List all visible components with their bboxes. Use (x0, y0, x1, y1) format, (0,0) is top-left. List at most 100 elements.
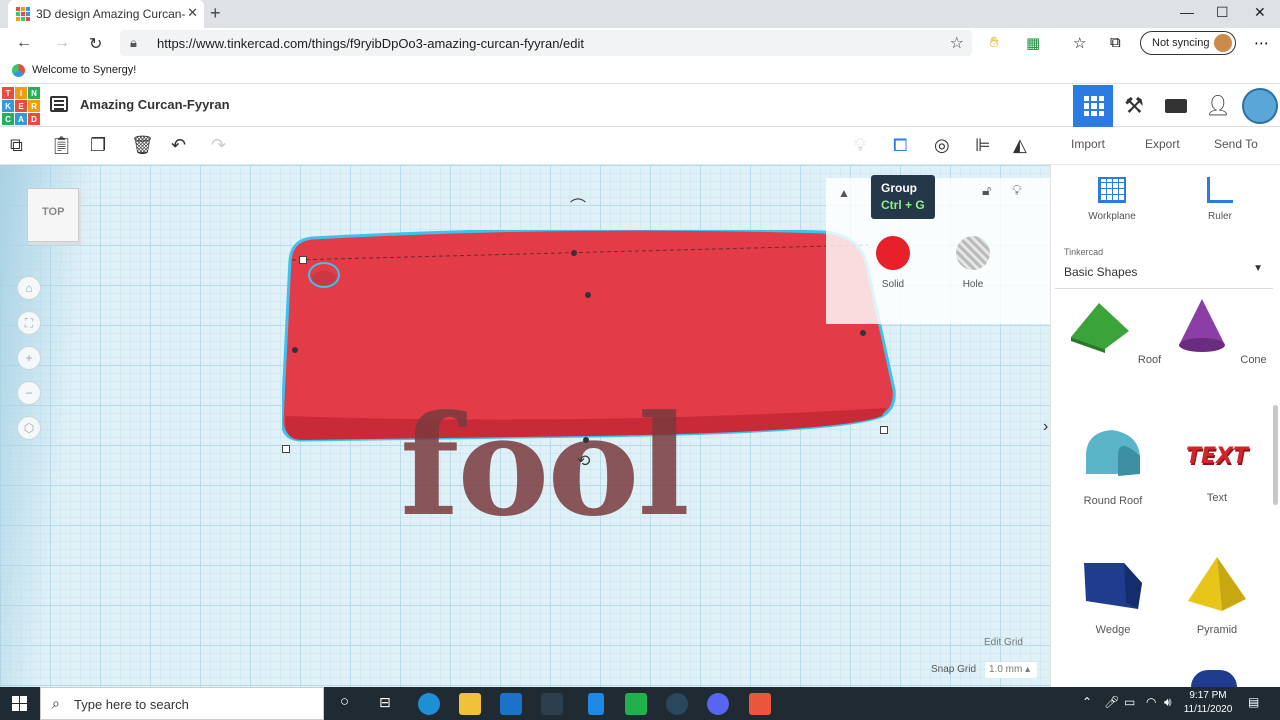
taskbar-clock[interactable]: 9:17 PM 11/11/2020 (1178, 689, 1238, 717)
undo-icon[interactable]: ↶ (171, 135, 186, 156)
paste-icon[interactable]: 📋︎ (50, 135, 73, 156)
notification-icon[interactable]: ▤ (1248, 695, 1259, 709)
library-name: Basic Shapes (1064, 265, 1138, 279)
design-name[interactable]: Amazing Curcan-Fyyran (80, 97, 230, 112)
tooltip-shortcut: Ctrl + G (881, 198, 925, 212)
redo-icon[interactable]: ↷ (211, 135, 226, 156)
send-to-button[interactable]: Send To (1214, 137, 1258, 151)
game-app-icon[interactable] (541, 693, 563, 715)
wifi-icon[interactable]: ◠ (1146, 695, 1156, 709)
duplicate-icon[interactable]: ❐ (90, 135, 106, 156)
maximize-button[interactable]: ☐ (1216, 4, 1229, 21)
delete-icon[interactable]: 🗑︎ (131, 135, 154, 156)
view-cube[interactable]: TOP (27, 188, 79, 242)
add-user-icon[interactable]: 👤︎ (1198, 85, 1238, 127)
ungroup-icon[interactable]: ◎ (934, 135, 950, 156)
taskbar-search[interactable]: ⌕ Type here to search (40, 687, 324, 720)
more-menu-icon[interactable]: ⋯ (1254, 34, 1269, 52)
bricks-icon[interactable] (1155, 85, 1195, 127)
edge-handle[interactable] (585, 292, 591, 298)
favorite-star-icon[interactable]: ☆ (950, 33, 964, 53)
shape-wedge[interactable]: Wedge (1061, 555, 1165, 636)
minimize-button[interactable]: — (1180, 4, 1194, 20)
phone-app-icon[interactable] (588, 693, 604, 715)
light-bulb-icon[interactable]: 💡︎ (854, 135, 867, 156)
discord-app-icon[interactable] (707, 693, 729, 715)
recorder-app-icon[interactable] (749, 693, 771, 715)
battery-icon[interactable]: ▭ (1124, 695, 1135, 709)
mail-app-icon[interactable] (500, 693, 522, 715)
shape-text[interactable]: TEXT Text (1165, 426, 1269, 505)
tinkercad-logo[interactable]: T I N K E R C A D (2, 87, 40, 125)
copy-icon[interactable]: ⧉ (10, 135, 23, 156)
shape-roof[interactable]: Roof (1061, 297, 1165, 366)
edge-handle[interactable] (583, 437, 589, 443)
edge-app-icon[interactable] (418, 693, 440, 715)
workplane-tool[interactable]: Workplane (1067, 173, 1157, 222)
extension-sheet-icon[interactable]: ▦ (1026, 34, 1040, 52)
favorite-link[interactable]: Welcome to Synergy! (32, 64, 136, 76)
resize-handle[interactable] (880, 426, 888, 434)
align-icon[interactable]: ⊫ (975, 135, 991, 156)
collapse-chevron-icon[interactable]: ▲ (838, 186, 850, 200)
snap-grid-select[interactable]: 1.0 mm ▴ (985, 662, 1037, 678)
edge-handle[interactable] (571, 250, 577, 256)
fit-view-icon[interactable]: ⛶ (17, 311, 41, 335)
hole-swatch[interactable] (956, 236, 990, 270)
tray-expand-icon[interactable]: ⌃ (1082, 695, 1092, 709)
collections-icon[interactable]: ⧉ (1110, 34, 1121, 51)
panel-toggle-chevron-icon[interactable]: › (1043, 418, 1048, 436)
fool-text-object[interactable]: fool (400, 397, 690, 535)
pickaxe-icon[interactable]: ⚒︎ (1114, 85, 1154, 127)
favorites-icon[interactable]: ☆ (1073, 34, 1086, 52)
zoom-out-icon[interactable]: − (17, 381, 41, 405)
windows-start-icon[interactable] (12, 696, 27, 711)
edit-grid-button[interactable]: Edit Grid (984, 637, 1023, 648)
ruler-tool[interactable]: Ruler (1175, 173, 1265, 222)
resize-handle[interactable] (299, 256, 307, 264)
lock-icon[interactable]: 🔓︎ (982, 182, 991, 199)
home-view-icon[interactable]: ⌂ (17, 276, 41, 300)
task-view-icon[interactable]: ⊟ (379, 694, 391, 711)
forward-icon[interactable]: → (54, 34, 70, 52)
avatar (1214, 34, 1232, 52)
mirror-icon[interactable]: ◭ (1013, 135, 1027, 156)
profile-avatar[interactable] (1240, 85, 1280, 127)
back-icon[interactable]: ← (16, 34, 32, 52)
zoom-in-icon[interactable]: + (17, 346, 41, 370)
refresh-icon[interactable]: ↻ (89, 34, 102, 54)
light-bulb-icon[interactable]: 💡︎ (1012, 182, 1022, 199)
export-button[interactable]: Export (1145, 137, 1180, 151)
shape-cone[interactable]: Cone (1165, 297, 1269, 366)
clock-time: 9:17 PM (1189, 690, 1227, 701)
close-window-button[interactable]: ✕ (1254, 4, 1266, 21)
shape-pyramid[interactable]: Pyramid (1165, 555, 1269, 636)
edge-handle[interactable] (292, 347, 298, 353)
new-tab-button[interactable]: + (210, 3, 221, 24)
panel-scrollbar[interactable] (1273, 405, 1278, 505)
perspective-icon[interactable]: ⬡ (17, 416, 41, 440)
microphone-icon[interactable]: 🎤︎ (1104, 695, 1119, 709)
cortana-icon[interactable]: ○ (340, 693, 349, 710)
solid-color-swatch[interactable] (876, 236, 910, 270)
volume-icon[interactable]: 🔊︎ (1164, 695, 1172, 710)
shape-library-select[interactable]: Tinkercad Basic Shapes ▼ (1055, 237, 1273, 289)
steam-app-icon[interactable] (666, 693, 688, 715)
camtasia-app-icon[interactable] (625, 693, 647, 715)
3d-view-button[interactable] (1073, 85, 1113, 127)
file-explorer-icon[interactable] (459, 693, 481, 715)
browser-tab[interactable]: 3D design Amazing Curcan-Fyyran ✕ (8, 0, 204, 28)
edge-handle[interactable] (860, 330, 866, 336)
import-button[interactable]: Import (1071, 137, 1105, 151)
shape-round-roof[interactable]: Round Roof (1061, 426, 1165, 507)
tab-close-icon[interactable]: ✕ (187, 5, 198, 21)
extension-hand-icon[interactable]: ✋︎ (990, 34, 999, 51)
url-field[interactable]: 🔒︎ https://www.tinkercad.com/things/f9ry… (120, 30, 972, 56)
lock-icon: 🔒︎ (130, 35, 137, 50)
group-icon[interactable]: ⧠ (893, 135, 907, 156)
rotate-handle-icon[interactable]: ⟲ (577, 451, 590, 471)
design-list-icon[interactable] (50, 96, 68, 112)
resize-handle[interactable] (282, 445, 290, 453)
sync-profile-button[interactable]: Not syncing (1140, 31, 1236, 55)
rotate-handle-icon[interactable]: ⌒ (570, 193, 586, 217)
